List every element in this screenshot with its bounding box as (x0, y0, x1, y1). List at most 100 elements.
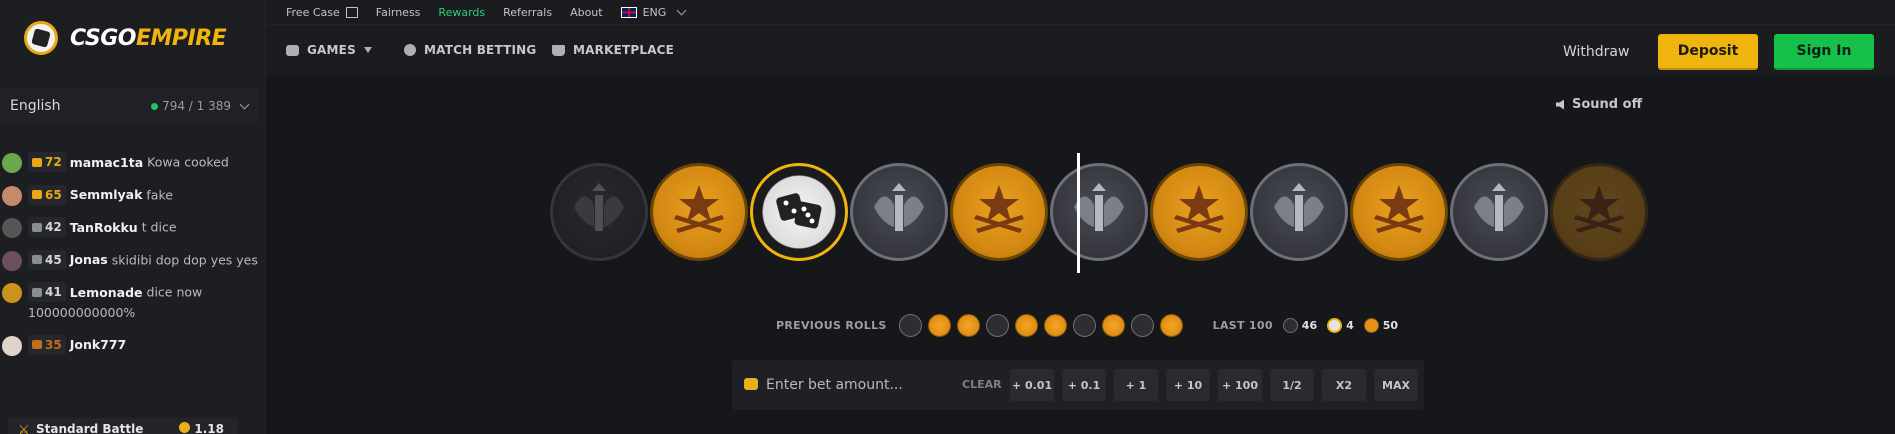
chat-username[interactable]: TanRokku (70, 220, 138, 235)
bet-modifier-button[interactable]: 1/2 (1270, 369, 1314, 401)
chat-username[interactable]: Jonk777 (70, 337, 127, 352)
main-nav: GAMES MATCH BETTING MARKETPLACE (266, 24, 1895, 76)
bet-modifier-button[interactable]: MAX (1374, 369, 1418, 401)
coin-icon (179, 422, 191, 433)
bonus-dice-coin-icon (750, 163, 848, 261)
coins-icon (744, 378, 758, 390)
bet-modifier-button[interactable]: + 1 (1114, 369, 1158, 401)
chat-text: Kowa cooked (147, 154, 229, 170)
brand-name: CSGOEMPIRE (70, 25, 227, 51)
gamepad-icon (286, 44, 299, 56)
avatar[interactable] (2, 283, 22, 303)
nav-marketplace-label: MARKETPLACE (573, 43, 675, 57)
nav-match-betting[interactable]: MATCH BETTING (404, 43, 536, 57)
bet-modifier-button[interactable]: X2 (1322, 369, 1366, 401)
nav-games[interactable]: GAMES (286, 43, 372, 57)
chat-username[interactable]: Lemonade (70, 285, 143, 300)
gift-icon (345, 6, 358, 18)
fairness-link[interactable]: Fairness (376, 6, 421, 19)
chat-language: English (10, 98, 61, 114)
chat-message: 65 Semmlyak fake (0, 184, 262, 206)
chevron-down-icon (239, 99, 250, 110)
roll-ct-icon (898, 313, 922, 337)
avatar[interactable] (2, 335, 22, 356)
chat-text: t dice (141, 219, 177, 235)
online-dot-icon (151, 102, 159, 110)
standard-battle-card[interactable]: ⚔ Standard Battle 1.18 (8, 418, 238, 434)
bet-modifier-button[interactable]: + 100 (1218, 369, 1262, 401)
level-badge: 45 (28, 249, 66, 270)
bet-modifier-button[interactable]: + 0.01 (1010, 369, 1054, 401)
level-badge: 65 (28, 184, 66, 205)
counter-terrorist-coin-icon (1450, 163, 1548, 261)
level-value: 41 (45, 285, 62, 299)
roll-t-icon (1014, 313, 1038, 337)
level-icon (32, 340, 42, 349)
last100-t-count: 50 (1382, 318, 1399, 332)
nav-match-betting-label: MATCH BETTING (424, 43, 537, 57)
about-link[interactable]: About (570, 6, 603, 19)
roll-t-icon (1159, 313, 1183, 337)
chat-room-selector[interactable]: English 794 / 1 389 (0, 88, 258, 124)
battle-coins: 1.18 (179, 422, 224, 434)
level-icon (32, 157, 42, 167)
avatar[interactable] (2, 218, 22, 238)
level-icon (32, 190, 42, 199)
level-value: 45 (45, 252, 62, 267)
chat-message: 35 Jonk777 (0, 334, 262, 356)
roll-t-icon (1101, 313, 1125, 337)
level-value: 72 (45, 155, 62, 169)
language-label: ENG (642, 5, 667, 19)
clear-button[interactable]: CLEAR (962, 378, 1002, 391)
bet-modifier-button[interactable]: + 10 (1166, 369, 1210, 401)
globe-icon (404, 44, 416, 56)
level-icon (32, 222, 42, 232)
chat-message: 72 mamac1ta Kowa cooked (0, 152, 262, 173)
chat-username[interactable]: mamac1ta (70, 155, 143, 170)
nav-marketplace[interactable]: MARKETPLACE (552, 43, 674, 57)
terrorist-coin-icon (1350, 163, 1448, 261)
deposit-button[interactable]: Deposit (1658, 34, 1758, 70)
avatar[interactable] (2, 153, 22, 173)
last100-ct-count: 46 (1301, 318, 1318, 332)
last100-t-icon (1363, 317, 1379, 333)
level-badge: 72 (28, 152, 66, 172)
free-case-link[interactable]: Free Case (286, 6, 358, 19)
nav-games-label: GAMES (307, 43, 356, 57)
site-logo[interactable]: CSGOEMPIRE (24, 18, 227, 58)
level-value: 42 (45, 220, 62, 234)
withdraw-button[interactable]: Withdraw (1563, 44, 1629, 60)
level-icon (32, 255, 42, 264)
sound-toggle[interactable]: Sound off (1556, 97, 1642, 112)
uk-flag-icon (620, 6, 637, 18)
chat-message: 42 TanRokku t dice (0, 217, 262, 238)
bet-amount-input[interactable] (766, 372, 936, 398)
last100-bonus-count: 4 (1346, 318, 1354, 332)
language-selector[interactable]: ENG (620, 5, 687, 19)
sign-in-button[interactable]: Sign In (1774, 34, 1874, 70)
chat-username[interactable]: Semmlyak (70, 187, 143, 202)
battle-coins-value: 1.18 (194, 422, 224, 434)
avatar[interactable] (2, 185, 22, 206)
rewards-link[interactable]: Rewards (438, 6, 485, 19)
bet-panel: CLEAR + 0.01+ 0.1+ 1+ 10+ 1001/2X2MAX (732, 360, 1424, 410)
terrorist-coin-icon (950, 163, 1048, 261)
avatar[interactable] (2, 250, 22, 271)
bet-modifier-button[interactable]: + 0.1 (1062, 369, 1106, 401)
counter-terrorist-coin-icon (850, 163, 948, 261)
chat-messages: 72 mamac1ta Kowa cooked 65 Semmlyak fake 42 T… (0, 152, 262, 367)
cart-icon (552, 44, 565, 56)
roll-ct-icon (985, 313, 1009, 337)
referrals-link[interactable]: Referrals (503, 6, 552, 19)
chat-username[interactable]: Jonas (70, 252, 108, 267)
online-count-text: 794 / 1 389 (162, 99, 231, 113)
last100-bonus-icon (1327, 317, 1343, 333)
counter-terrorist-coin-icon (1250, 163, 1348, 261)
level-badge: 42 (28, 217, 66, 237)
level-badge: 41 (28, 282, 66, 302)
chat-text: fake (146, 187, 173, 202)
terrorist-coin-icon (1550, 163, 1648, 261)
swords-icon: ⚔ (18, 423, 30, 434)
top-links-bar: Free Case Fairness Rewards Referrals Abo… (266, 0, 1895, 24)
brand-name-part1: CSGO (70, 25, 136, 51)
